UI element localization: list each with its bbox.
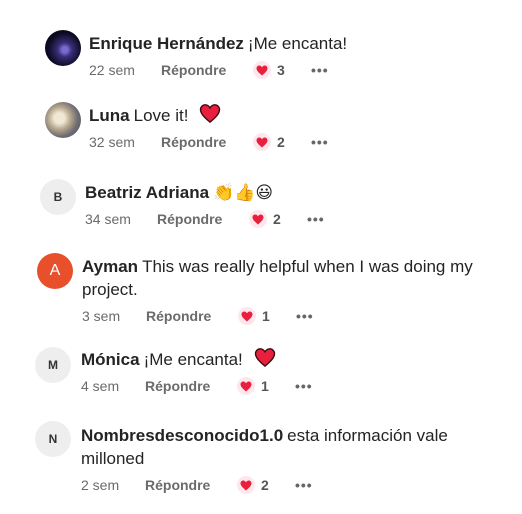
comment-author[interactable]: Mónica [81,350,140,369]
comment-actions: 4 sem Répondre 1 ••• [81,376,313,396]
reply-button[interactable]: Répondre [145,477,237,493]
reply-button[interactable]: Répondre [161,134,253,150]
reaction-count: 2 [261,477,269,493]
comment-text: Beatriz Adriana 👏👍😃 [85,181,273,204]
reaction-button[interactable]: 2 [253,133,311,151]
comment-body: ¡Me encanta! [247,34,348,53]
comment-author[interactable]: Nombresdesconocido1.0 [81,426,283,445]
more-options-button[interactable]: ••• [295,378,313,394]
comment-body-line2: milloned [81,449,145,468]
comment-emojis: 👏👍😃 [213,183,274,202]
comment-body: ¡Me encanta! [143,350,243,369]
comment-text: Enrique Hernández ¡Me encanta! [89,32,347,55]
comment-time[interactable]: 32 sem [89,134,161,150]
comment-time[interactable]: 22 sem [89,62,161,78]
heart-reaction-icon [253,61,271,79]
more-options-button[interactable]: ••• [295,477,313,493]
reaction-count: 2 [273,211,281,227]
comment-author[interactable]: Beatriz Adriana [85,183,209,202]
comment-time[interactable]: 3 sem [82,308,146,324]
comment-time[interactable]: 2 sem [81,477,145,493]
more-options-button[interactable]: ••• [296,308,314,324]
reply-button[interactable]: Répondre [145,378,237,394]
heart-reaction-icon [238,307,256,325]
comment-body-line1: esta información vale [287,426,448,445]
reaction-count: 1 [261,378,269,394]
reaction-button[interactable]: 1 [237,377,295,395]
comment-text: Mónica ¡Me encanta! [81,348,276,373]
more-options-button[interactable]: ••• [307,211,325,227]
more-options-button[interactable]: ••• [311,62,329,78]
comment-text: Luna Love it! [89,104,221,129]
reaction-button[interactable]: 1 [238,307,296,325]
reaction-count: 1 [262,308,270,324]
reaction-button[interactable]: 2 [249,210,307,228]
comment-body-line1: This was really helpful when I was doing… [142,257,473,276]
avatar[interactable]: N [35,421,71,457]
reaction-count: 3 [277,62,285,78]
avatar[interactable] [45,30,81,66]
avatar[interactable] [45,102,81,138]
avatar[interactable]: M [35,347,71,383]
comment-text: Nombresdesconocido1.0 esta información va… [81,424,501,470]
comment-author[interactable]: Enrique Hernández [89,34,244,53]
reply-button[interactable]: Répondre [161,62,253,78]
comment-author[interactable]: Ayman [82,257,138,276]
comment-body-line2: project. [82,280,138,299]
heart-reaction-icon [253,133,271,151]
comment-actions: 34 sem Répondre 2 ••• [85,209,325,229]
reaction-count: 2 [277,134,285,150]
comment-author[interactable]: Luna [89,106,130,125]
comment-actions: 2 sem Répondre 2 ••• [81,475,313,495]
avatar[interactable]: B [40,179,76,215]
reply-button[interactable]: Répondre [146,308,238,324]
heart-emoji-icon [199,104,221,129]
avatar[interactable]: A [37,253,73,289]
comment-actions: 22 sem Répondre 3 ••• [89,60,329,80]
more-options-button[interactable]: ••• [311,134,329,150]
heart-emoji-icon [254,348,276,373]
heart-reaction-icon [249,210,267,228]
comment-actions: 32 sem Répondre 2 ••• [89,132,329,152]
comment-actions: 3 sem Répondre 1 ••• [82,306,314,326]
comment-time[interactable]: 34 sem [85,211,157,227]
comment-time[interactable]: 4 sem [81,378,145,394]
reaction-button[interactable]: 2 [237,476,295,494]
heart-reaction-icon [237,476,255,494]
reply-button[interactable]: Répondre [157,211,249,227]
reaction-button[interactable]: 3 [253,61,311,79]
comment-body: Love it! [133,106,189,125]
heart-reaction-icon [237,377,255,395]
comment-text: Ayman This was really helpful when I was … [82,255,502,301]
